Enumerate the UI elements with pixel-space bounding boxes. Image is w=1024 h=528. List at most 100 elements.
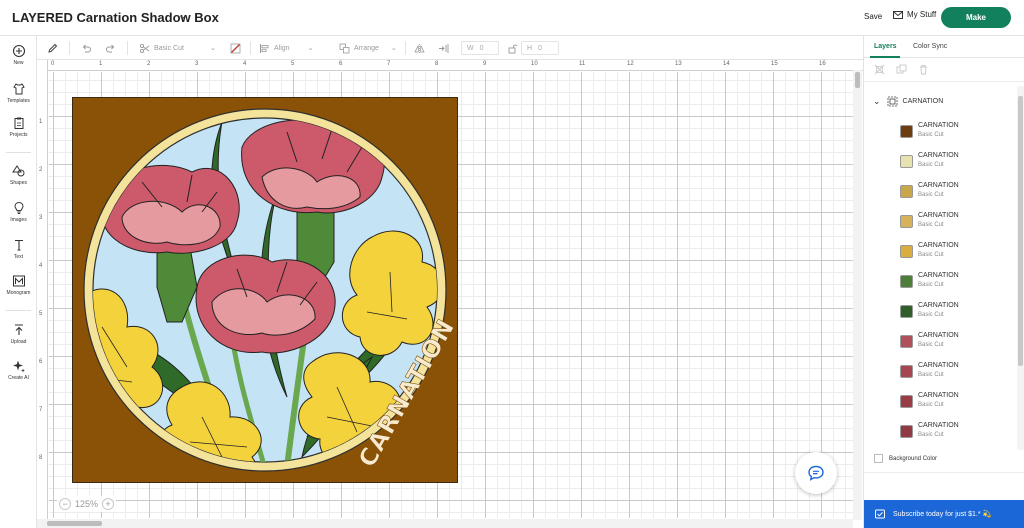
nav-shapes[interactable]: Shapes [0,164,37,186]
align-label: Align [274,44,290,52]
height-field[interactable]: H 0 [521,40,559,56]
horizontal-scrollbar[interactable] [37,519,853,528]
my-stuff-button[interactable]: My Stuff [893,10,936,19]
panel-bottom-tools [864,472,1024,500]
lock-ratio-button[interactable] [507,40,518,56]
layer-thumbnail [900,275,913,288]
layer-operation: Basic Cut [918,252,944,258]
ruler-tick-label: 14 [723,61,730,67]
flip-button[interactable] [414,40,425,56]
layer-actions [864,58,1024,82]
zoom-in-button[interactable]: + [102,498,115,510]
height-value: 0 [538,44,542,52]
nav-templates[interactable]: Templates [0,82,37,104]
chat-button[interactable] [795,452,837,494]
layer-row[interactable]: CARNATION Basic Cut [864,116,1016,146]
redo-button[interactable] [105,40,116,56]
nav-label: Create AI [8,375,29,381]
layer-row[interactable]: CARNATION Basic Cut [864,236,1016,266]
ruler-tick-label: 2 [39,167,43,173]
layer-operation: Basic Cut [918,162,944,168]
ungroup-icon[interactable] [874,64,885,75]
align-icon [260,43,269,53]
duplicate-icon[interactable] [896,64,907,75]
height-label: H [527,44,533,52]
unlock-icon [508,44,518,53]
project-title[interactable]: LAYERED Carnation Shadow Box [12,10,219,25]
chevron-down-icon[interactable]: ⌄ [178,9,187,22]
clipboard-icon [14,117,23,129]
make-button[interactable]: Make [941,7,1011,28]
arrange-select[interactable]: Arrange ⌄ [339,40,397,56]
layer-name: CARNATION [918,362,959,369]
layer-name: CARNATION [918,332,959,339]
chevron-down-icon[interactable]: ⌄ [873,96,881,107]
width-field[interactable]: W 0 [461,40,499,56]
design-space-app: LAYERED Carnation Shadow Box ⌄ Save My S… [0,0,1024,528]
layer-row[interactable]: CARNATION Basic Cut [864,266,1016,296]
vertical-ruler: 1 2 3 4 5 6 7 8 [37,60,48,528]
layer-row[interactable]: CARNATION Basic Cut [864,416,1016,446]
nav-create-ai[interactable]: Create AI [0,359,37,381]
layer-row[interactable]: CARNATION Basic Cut [864,146,1016,176]
nav-projects[interactable]: Projects [0,116,37,138]
ruler-tick-label: 6 [39,359,43,365]
layer-row[interactable]: CARNATION Basic Cut [864,356,1016,386]
undo-button[interactable] [81,40,92,56]
layers-scrollbar[interactable] [1017,86,1024,450]
vertical-scroll-thumb[interactable] [855,72,860,88]
ruler-tick-label: 5 [39,311,43,317]
zoom-out-button[interactable]: − [59,498,71,510]
ruler-tick-label: 7 [387,61,391,67]
design-canvas[interactable]: 0 1 2 3 4 5 6 7 8 9 10 11 12 13 14 15 16 12345678 [37,60,863,528]
color-swatch-button[interactable] [230,40,241,56]
layer-name: CARNATION [918,122,959,129]
group-icon [887,96,897,106]
nav-images[interactable]: Images [0,201,37,223]
layer-operation: Basic Cut [918,222,944,228]
layer-row[interactable]: CARNATION Basic Cut [864,206,1016,236]
left-nav: New Templates Projects Shapes Images Tex… [0,36,37,528]
background-color-row[interactable]: Background Color [874,454,937,463]
subscribe-banner[interactable]: Subscribe today for just $1.* 💫 [864,500,1024,528]
layer-operation: Basic Cut [918,432,944,438]
edit-toolbar: Basic Cut ⌄ Align ⌄ Arrange ⌄ W 0 H 0 [37,36,863,60]
layer-thumbnail [900,305,913,318]
nav-divider [6,152,31,153]
layer-operation: Basic Cut [918,342,944,348]
layers-scroll-thumb[interactable] [1018,96,1023,366]
shapes-icon [11,165,24,177]
layer-row[interactable]: CARNATION Basic Cut [864,386,1016,416]
mail-icon [893,10,903,19]
layer-row[interactable]: CARNATION Basic Cut [864,296,1016,326]
operation-select[interactable]: Basic Cut ⌄ [139,40,216,56]
vertical-scrollbar[interactable] [853,70,862,520]
nav-monogram[interactable]: Monogram [0,274,37,296]
align-select[interactable]: Align ⌄ [259,40,313,56]
width-value: 0 [479,44,484,52]
layer-row[interactable]: CARNATION Basic Cut [864,326,1016,356]
trash-icon[interactable] [918,64,929,75]
save-button[interactable]: Save [864,12,882,21]
layer-row[interactable]: CARNATION Basic Cut [864,176,1016,206]
nav-text[interactable]: Text [0,238,37,260]
carnation-shadow-box-design[interactable]: CARNATION [72,97,458,483]
ruler-tick-label: 4 [243,61,247,67]
toolbar-divider [405,41,406,55]
ruler-tick-label: 1 [39,119,43,125]
ruler-tick-label: 10 [531,61,538,67]
tab-layers[interactable]: Layers [874,43,897,50]
shirt-icon [12,83,25,95]
pen-tool-button[interactable] [47,40,58,56]
tab-color-sync[interactable]: Color Sync [913,43,947,50]
zoom-control: − 125% + [57,496,117,512]
layer-group-row[interactable]: ⌄ CARNATION [864,92,1016,110]
nav-new[interactable]: New [0,44,37,66]
ruler-tick-label: 7 [39,407,43,413]
offset-button[interactable] [438,40,449,56]
layer-operation: Basic Cut [918,282,944,288]
horizontal-scroll-thumb[interactable] [47,521,102,526]
background-color-checkbox[interactable] [874,454,883,463]
nav-upload[interactable]: Upload [0,323,37,345]
horizontal-ruler: 0 1 2 3 4 5 6 7 8 9 10 11 12 13 14 15 16 [37,60,863,71]
